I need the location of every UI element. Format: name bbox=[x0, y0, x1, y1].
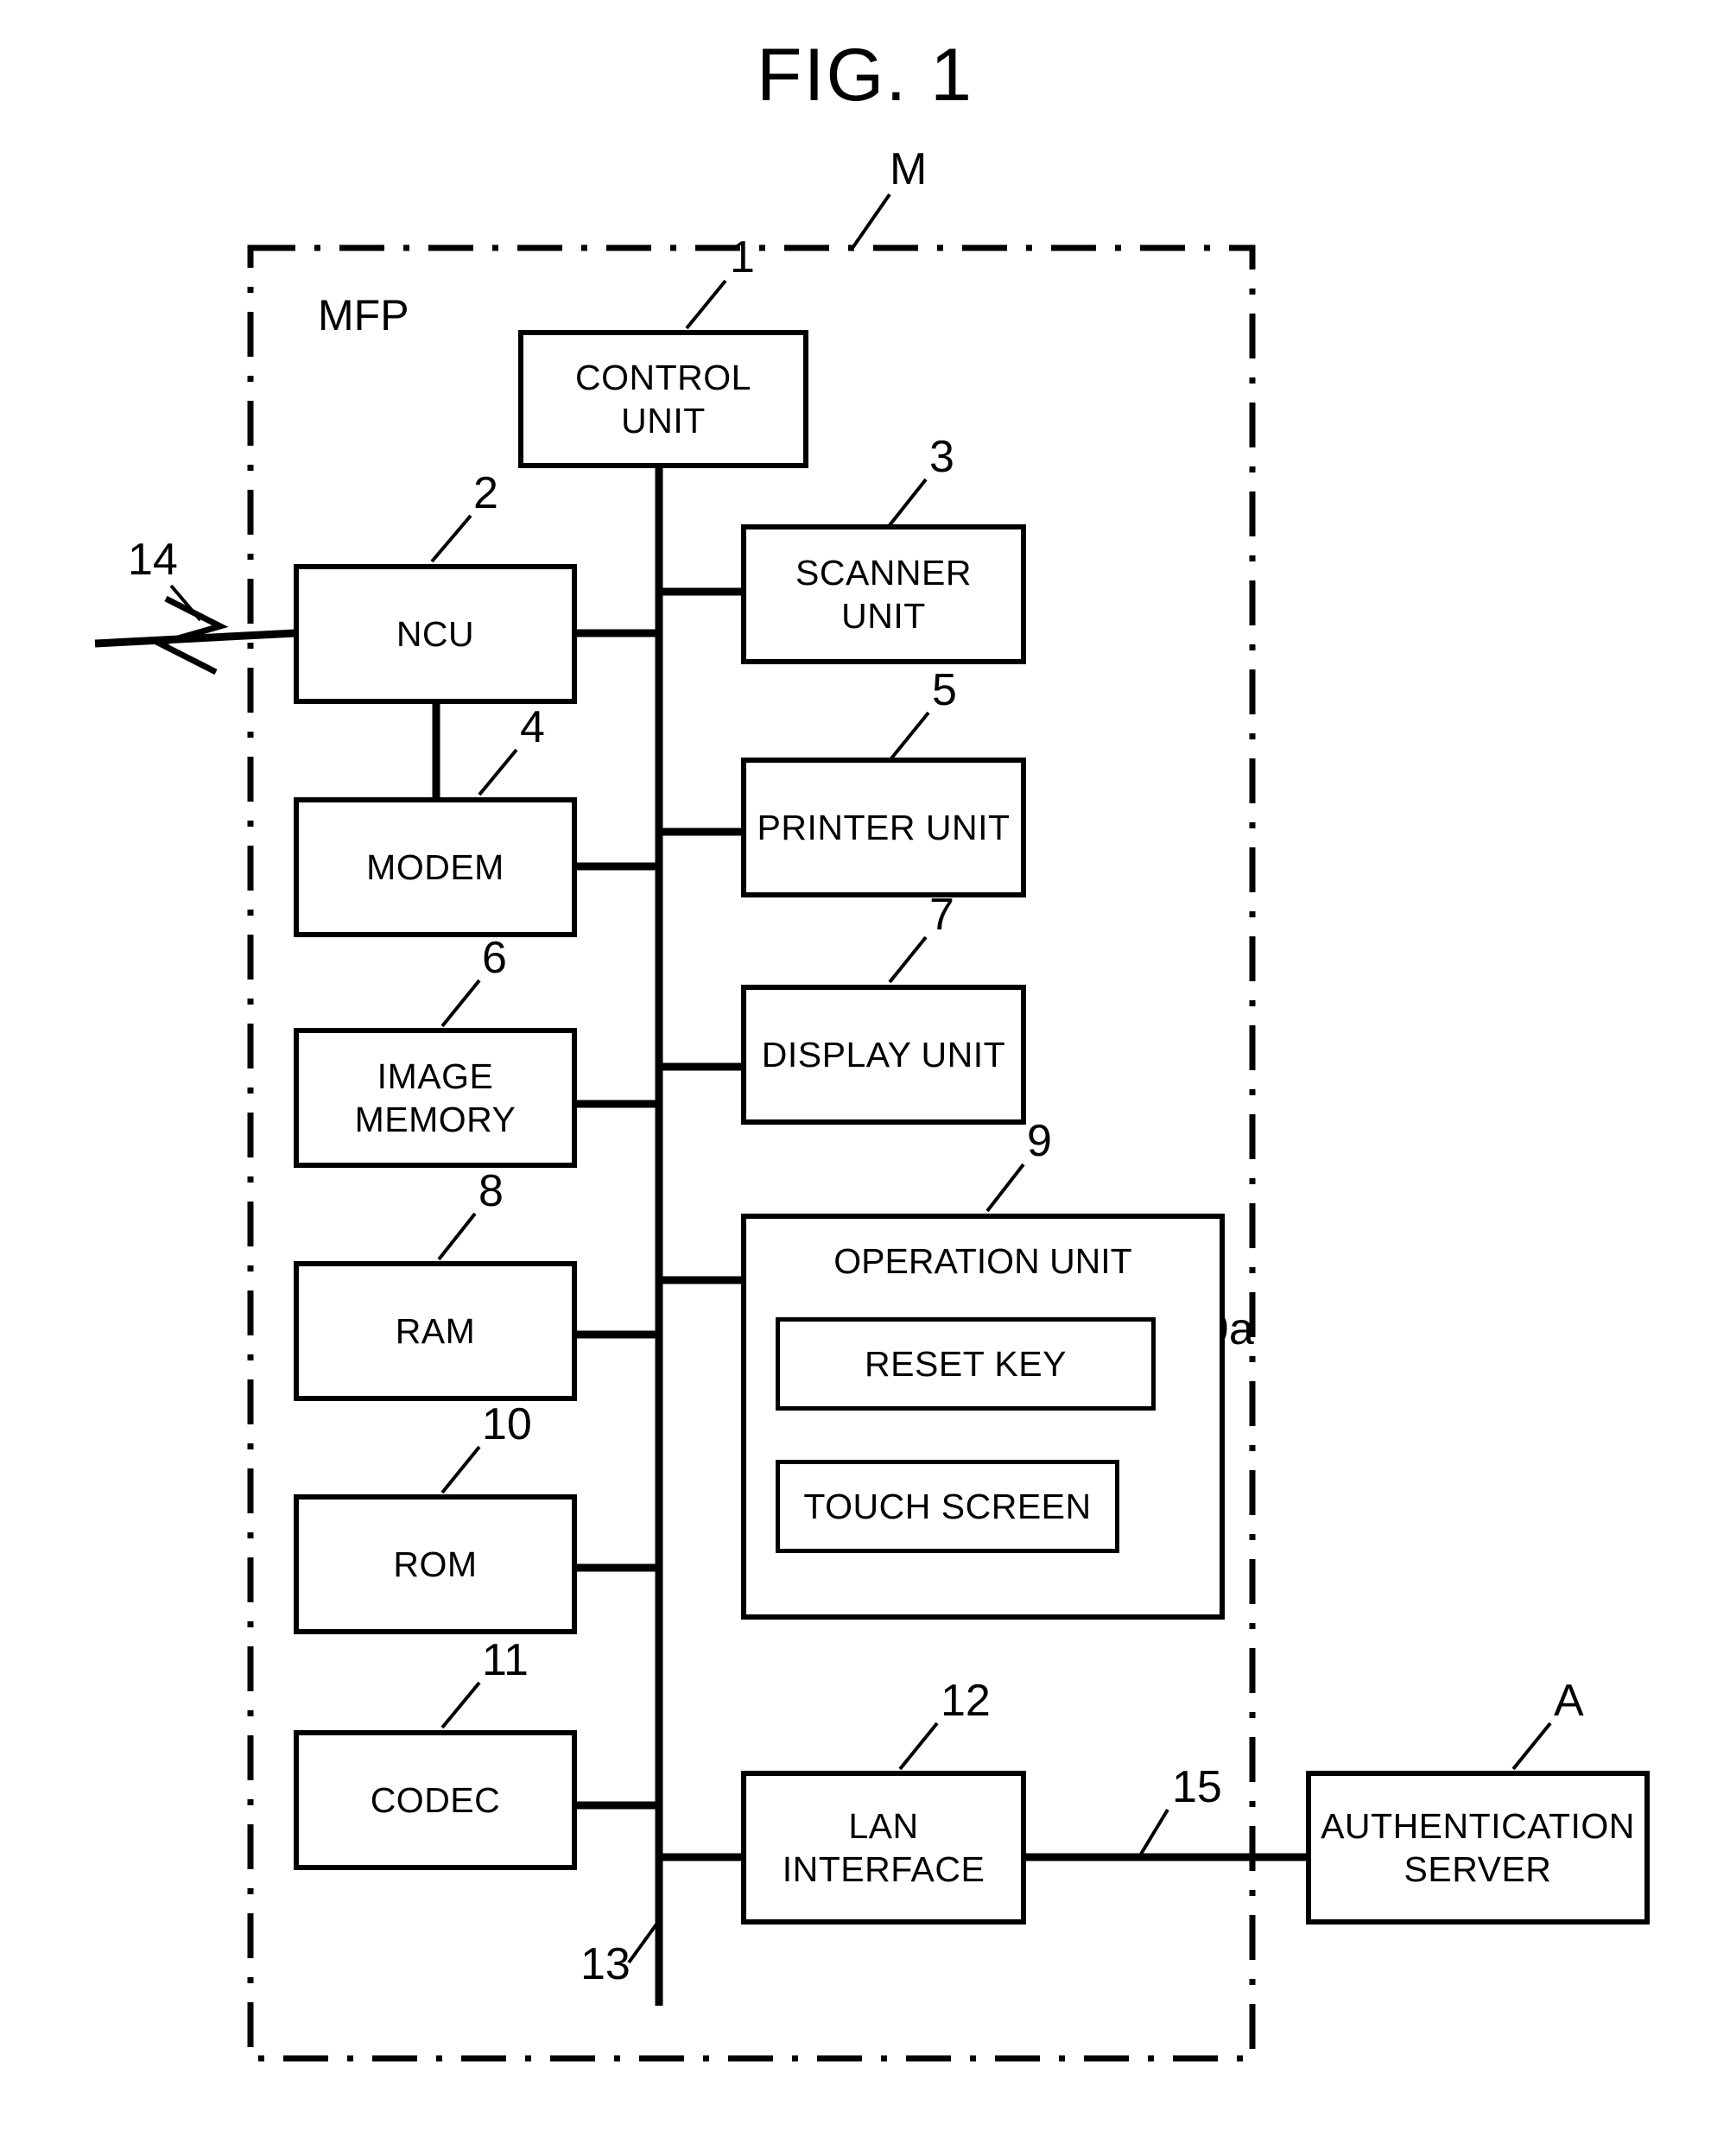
leader-11 bbox=[440, 1681, 481, 1729]
lan-interface-label: LAN INTERFACE bbox=[782, 1805, 985, 1889]
touch-screen-label: TOUCH SCREEN bbox=[803, 1486, 1092, 1526]
leader-8 bbox=[437, 1212, 477, 1261]
rom-label: ROM bbox=[393, 1544, 478, 1584]
ref-8: 8 bbox=[478, 1166, 504, 1216]
block-ncu[interactable]: NCU bbox=[294, 564, 577, 704]
leader-2 bbox=[430, 514, 472, 563]
authentication-server-label: AUTHENTICATION SERVER bbox=[1321, 1805, 1635, 1889]
lightning-icon bbox=[151, 595, 229, 675]
modem-label: MODEM bbox=[366, 847, 504, 887]
leader-1 bbox=[685, 279, 727, 330]
ram-label: RAM bbox=[395, 1310, 476, 1351]
leader-5 bbox=[890, 711, 930, 760]
printer-unit-label: PRINTER UNIT bbox=[757, 807, 1011, 847]
leader-10 bbox=[440, 1445, 481, 1494]
leader-3 bbox=[888, 478, 928, 527]
block-authentication-server[interactable]: AUTHENTICATION SERVER bbox=[1306, 1771, 1650, 1925]
reset-key-label: RESET KEY bbox=[865, 1343, 1067, 1384]
ref-11: 11 bbox=[482, 1635, 529, 1685]
external-line-14 bbox=[94, 629, 296, 648]
leader-M bbox=[849, 193, 891, 252]
ref-12: 12 bbox=[941, 1676, 991, 1726]
ref-M: M bbox=[890, 144, 928, 194]
ref-2: 2 bbox=[473, 468, 498, 518]
block-codec[interactable]: CODEC bbox=[294, 1730, 577, 1870]
scanner-unit-label: SCANNER UNIT bbox=[795, 552, 972, 636]
block-modem[interactable]: MODEM bbox=[294, 797, 577, 937]
block-rom[interactable]: ROM bbox=[294, 1494, 577, 1634]
ref-14: 14 bbox=[128, 535, 178, 585]
leader-7 bbox=[888, 935, 928, 984]
ref-15: 15 bbox=[1172, 1762, 1222, 1812]
leader-14 bbox=[169, 584, 202, 622]
ref-6: 6 bbox=[482, 933, 507, 983]
mfp-system-label: MFP bbox=[318, 291, 409, 339]
image-memory-label: IMAGE MEMORY bbox=[354, 1056, 516, 1139]
leader-9 bbox=[985, 1163, 1025, 1213]
leader-4 bbox=[478, 748, 518, 796]
block-control-unit[interactable]: CONTROL UNIT bbox=[518, 330, 808, 468]
leader-13 bbox=[627, 1920, 660, 1964]
block-image-memory[interactable]: IMAGE MEMORY bbox=[294, 1028, 577, 1168]
ref-A: A bbox=[1554, 1676, 1584, 1726]
ref-5: 5 bbox=[932, 665, 957, 715]
block-display-unit[interactable]: DISPLAY UNIT bbox=[741, 985, 1026, 1125]
leader-A bbox=[1511, 1722, 1552, 1771]
leader-15 bbox=[1138, 1808, 1169, 1857]
ref-9: 9 bbox=[1027, 1116, 1052, 1166]
ref-1: 1 bbox=[730, 232, 755, 282]
ref-4: 4 bbox=[520, 702, 545, 752]
leader-6 bbox=[440, 979, 481, 1028]
operation-unit-label: OPERATION UNIT bbox=[833, 1241, 1132, 1281]
ncu-label: NCU bbox=[396, 613, 475, 654]
block-operation-unit[interactable]: OPERATION UNIT bbox=[741, 1214, 1225, 1620]
block-scanner-unit[interactable]: SCANNER UNIT bbox=[741, 524, 1026, 664]
block-lan-interface[interactable]: LAN INTERFACE bbox=[741, 1771, 1026, 1925]
display-unit-label: DISPLAY UNIT bbox=[761, 1034, 1006, 1075]
block-printer-unit[interactable]: PRINTER UNIT bbox=[741, 758, 1026, 897]
block-reset-key[interactable]: RESET KEY bbox=[776, 1317, 1156, 1411]
ref-7: 7 bbox=[929, 890, 954, 940]
figure-root: FIG. 1 MFP M 1 2 3 4 5 6 7 8 9 9a 10 11 … bbox=[0, 0, 1730, 2156]
control-unit-label: CONTROL UNIT bbox=[575, 357, 751, 441]
codec-label: CODEC bbox=[370, 1779, 501, 1820]
ref-10: 10 bbox=[482, 1399, 532, 1449]
leader-12 bbox=[898, 1722, 939, 1771]
block-ram[interactable]: RAM bbox=[294, 1261, 577, 1401]
ref-3: 3 bbox=[929, 432, 954, 482]
ref-13: 13 bbox=[580, 1939, 631, 1989]
block-touch-screen[interactable]: TOUCH SCREEN bbox=[776, 1460, 1119, 1553]
figure-title: FIG. 1 bbox=[757, 34, 973, 117]
